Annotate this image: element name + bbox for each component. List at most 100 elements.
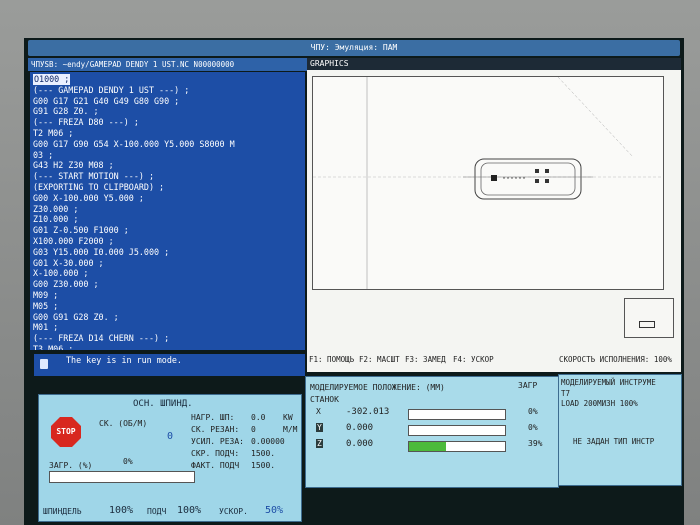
program-line-text: T3 M06 ; xyxy=(33,343,74,350)
program-line-text: G00 G17 G90 G54 X-100.000 Y5.000 S8000 M xyxy=(33,138,235,149)
program-line-text: (--- FREZA D80 ---) ; xyxy=(33,117,139,128)
program-line-text: Z30.000 ; xyxy=(33,203,79,214)
program-line: X-100.000 ; xyxy=(33,268,302,279)
program-line: G03 Y15.000 I0.000 J5.000 ; xyxy=(33,247,302,258)
spindle-override-label: ШПИНДЕЛЬ xyxy=(43,507,82,516)
tool-title: МОДЕЛИРУЕМЫЙ ИНСТРУМЕ xyxy=(561,378,656,387)
f4-key[interactable]: F4: УСКОР xyxy=(453,355,494,364)
message-text: The key is in run mode. xyxy=(66,355,182,365)
program-line: 03 ; xyxy=(33,150,302,161)
program-line: O1000 ; xyxy=(33,74,302,85)
tool-number: T7 xyxy=(561,389,571,398)
program-line-text: G00 G17 G21 G40 G49 G80 G90 ; xyxy=(33,95,180,106)
title-bar: ЧПУ: Эмуляция: ПАМ xyxy=(28,40,680,56)
program-line: X100.000 F2000 ; xyxy=(33,236,302,247)
program-line: G01 Z-0.500 F1000 ; xyxy=(33,225,302,236)
program-line: G00 G91 G28 Z0. ; xyxy=(33,312,302,323)
f2-key[interactable]: F2: МАСШТ xyxy=(359,355,400,364)
spindle-load-label: ЗАГР. (%) xyxy=(49,461,93,470)
execution-speed: СКОРОСТЬ ИСПОЛНЕНИЯ: 100% xyxy=(559,355,672,364)
stop-label: STOP xyxy=(56,427,76,436)
axis-load-fill xyxy=(409,442,447,451)
mini-view-part xyxy=(639,321,655,328)
cnc-screen: ЧПУ: Эмуляция: ПАМ ЧПУSB: ~endy/GAMEPAD … xyxy=(24,38,684,525)
tool-load: LOAD 200МИЗН 100% xyxy=(561,399,638,408)
axis-position: 0.000 xyxy=(346,439,374,449)
program-line: T3 M06 ; xyxy=(33,344,302,350)
program-line: M05 ; xyxy=(33,301,302,312)
axis-label: Y xyxy=(316,423,323,432)
tool-panel: МОДЕЛИРУЕМЫЙ ИНСТРУМЕ T7 LOAD 200МИЗН 10… xyxy=(558,374,682,486)
spindle-stat-unit: М/М xyxy=(283,425,298,434)
program-line-text: G00 X-100.000 Y5.000 ; xyxy=(33,192,144,203)
program-line-text: 03 ; xyxy=(33,149,54,160)
message-bar: The key is in run mode. xyxy=(34,354,305,376)
keyswitch-icon xyxy=(40,359,48,369)
override-footer: ШПИНДЕЛЬ 100% ПОДЧ 100% УСКОР. 50% xyxy=(39,505,301,521)
program-line-text: G00 G91 G28 Z0. ; xyxy=(33,311,119,322)
program-line: G00 G17 G90 G54 X-100.000 Y5.000 S8000 M xyxy=(33,139,302,150)
spindle-stat-value: 0 xyxy=(251,425,256,434)
load-header: ЗАГР xyxy=(518,381,538,390)
program-line-text: Z10.000 ; xyxy=(33,214,79,225)
program-line-text: G43 H2 Z30 M08 ; xyxy=(33,160,114,171)
program-listing[interactable]: O1000 ; (--- GAMEPAD DENDY 1 UST ---) ; G0… xyxy=(30,72,305,350)
graphics-title: GRAPHICS xyxy=(307,58,681,70)
function-keys: F1: ПОМОЩЬ F2: МАСШТ F3: ЗАМЕД F4: УСКОР… xyxy=(307,355,681,367)
tool-message: НЕ ЗАДАН ТИП ИНСТР xyxy=(573,437,655,446)
program-line: G43 H2 Z30 M08 ; xyxy=(33,160,302,171)
spindle-override-value: 100% xyxy=(109,505,134,516)
spindle-stat-value: 1500. xyxy=(251,461,276,470)
program-line: (--- START MOTION ---) ; xyxy=(33,171,302,182)
position-subtitle: СТАНОК xyxy=(310,395,339,404)
f3-key[interactable]: F3: ЗАМЕД xyxy=(405,355,446,364)
program-line: (--- FREZA D80 ---) ; xyxy=(33,117,302,128)
position-title: МОДЕЛИРУЕМОЕ ПОЛОЖЕНИЕ: (ММ) xyxy=(310,383,445,392)
program-line: G91 G28 Z0. ; xyxy=(33,106,302,117)
program-line-text: G91 G28 Z0. ; xyxy=(33,106,99,117)
spindle-speed-label: СК. (ОБ/М) xyxy=(99,419,148,428)
program-line-text: (--- FREZA D14 CHERN ---) ; xyxy=(33,333,170,344)
program-line: G01 X-30.000 ; xyxy=(33,258,302,269)
spindle-stat-label: СК. РЕЗАН: xyxy=(191,425,240,434)
mini-view xyxy=(624,298,674,338)
axis-position: -302.013 xyxy=(346,407,390,417)
spindle-load-bar xyxy=(49,471,195,483)
axis-load-bar xyxy=(408,425,506,436)
program-line-text: T2 M06 ; xyxy=(33,127,74,138)
program-line: G00 Z30.000 ; xyxy=(33,279,302,290)
f1-key[interactable]: F1: ПОМОЩЬ xyxy=(309,355,354,364)
program-line-text: G03 Y15.000 I0.000 J5.000 ; xyxy=(33,246,170,257)
program-line-text: M05 ; xyxy=(33,300,59,311)
toolpath-plot[interactable] xyxy=(312,76,664,290)
axis-load-value: 0% xyxy=(528,407,538,416)
program-line-text: (EXPORTING TO CLIPBOARD) ; xyxy=(33,181,165,192)
axis-position: 0.000 xyxy=(346,423,374,433)
feed-override-value: 100% xyxy=(177,505,202,516)
axis-load-bar xyxy=(408,409,506,420)
spindle-stat-unit: KW xyxy=(283,413,293,422)
program-line-text: G01 X-30.000 ; xyxy=(33,257,104,268)
program-line: G00 G17 G21 G40 G49 G80 G90 ; xyxy=(33,96,302,107)
program-line-text: (--- GAMEPAD DENDY 1 UST ---) ; xyxy=(33,84,190,95)
program-line: Z30.000 ; xyxy=(33,204,302,215)
program-line-text: M09 ; xyxy=(33,289,59,300)
position-panel: МОДЕЛИРУЕМОЕ ПОЛОЖЕНИЕ: (ММ) СТАНОК ЗАГР… xyxy=(305,376,559,488)
spindle-stat-value: 0.0 xyxy=(251,413,266,422)
program-line: M01 ; xyxy=(33,322,302,333)
axis-load-value: 0% xyxy=(528,423,538,432)
program-line: T2 M06 ; xyxy=(33,128,302,139)
spindle-stat-label: ФАКТ. ПОДЧ xyxy=(191,461,240,470)
spindle-stat-value: 0.00000 xyxy=(251,437,285,446)
program-line: M09 ; xyxy=(33,290,302,301)
spindle-load-value: 0% xyxy=(123,457,133,466)
program-line-text: X-100.000 ; xyxy=(33,268,89,279)
program-line: Z10.000 ; xyxy=(33,214,302,225)
graphics-panel[interactable]: GRAPHICS xyxy=(307,58,681,372)
program-line: (EXPORTING TO CLIPBOARD) ; xyxy=(33,182,302,193)
program-line-text: G01 Z-0.500 F1000 ; xyxy=(33,225,129,236)
spindle-stat-label: НАГР. ШП: xyxy=(191,413,235,422)
program-line-text: G00 Z30.000 ; xyxy=(33,279,99,290)
spindle-stat-label: СКР. ПОДЧ: xyxy=(191,449,240,458)
rapid-override-value: 50% xyxy=(265,505,284,516)
